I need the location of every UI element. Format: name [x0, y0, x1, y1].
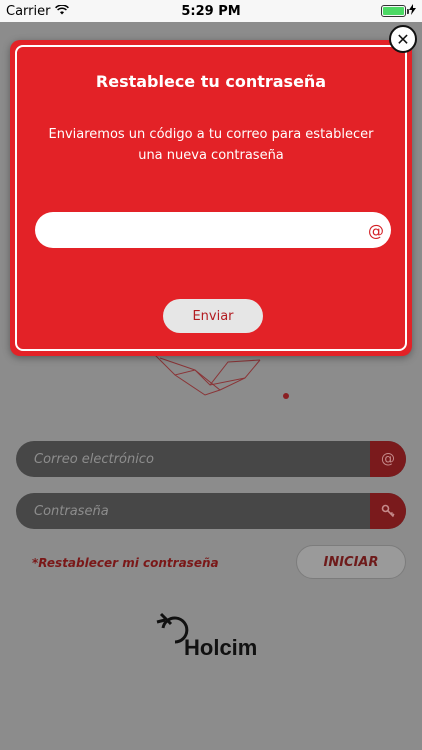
email-field[interactable]: Correo electrónico @ [16, 441, 406, 477]
modal-description: Enviaremos un código a tu correo para es… [48, 127, 374, 163]
wifi-icon [55, 3, 70, 19]
login-button[interactable]: INICIAR [296, 545, 406, 579]
status-left: Carrier [6, 3, 70, 19]
send-button[interactable]: Enviar [163, 299, 263, 333]
email-placeholder: Correo electrónico [34, 451, 154, 467]
reset-password-modal: Restablece tu contraseña Enviaremos un c… [10, 40, 412, 356]
status-bar: Carrier 5:29 PM [0, 0, 422, 22]
battery-icon [381, 5, 409, 17]
charging-icon [409, 3, 416, 19]
password-placeholder: Contraseña [34, 503, 109, 519]
status-right [381, 3, 416, 19]
key-icon [370, 493, 406, 529]
reset-email-input[interactable] [35, 212, 361, 248]
network-graphic [150, 350, 289, 399]
reset-email-field[interactable]: @ [35, 212, 391, 248]
at-icon: @ [368, 220, 384, 240]
modal-title: Restablece tu contraseña [95, 72, 327, 91]
at-icon: @ [370, 441, 406, 477]
carrier-label: Carrier [6, 3, 51, 19]
password-field[interactable]: Contraseña [16, 493, 406, 529]
reset-password-link[interactable]: *Restablecer mi contraseña [32, 556, 219, 570]
holcim-logo-text: Holcim [184, 635, 258, 660]
modal-border: Restablece tu contraseña Enviaremos un c… [15, 45, 407, 351]
close-icon[interactable]: ✕ [389, 25, 417, 53]
